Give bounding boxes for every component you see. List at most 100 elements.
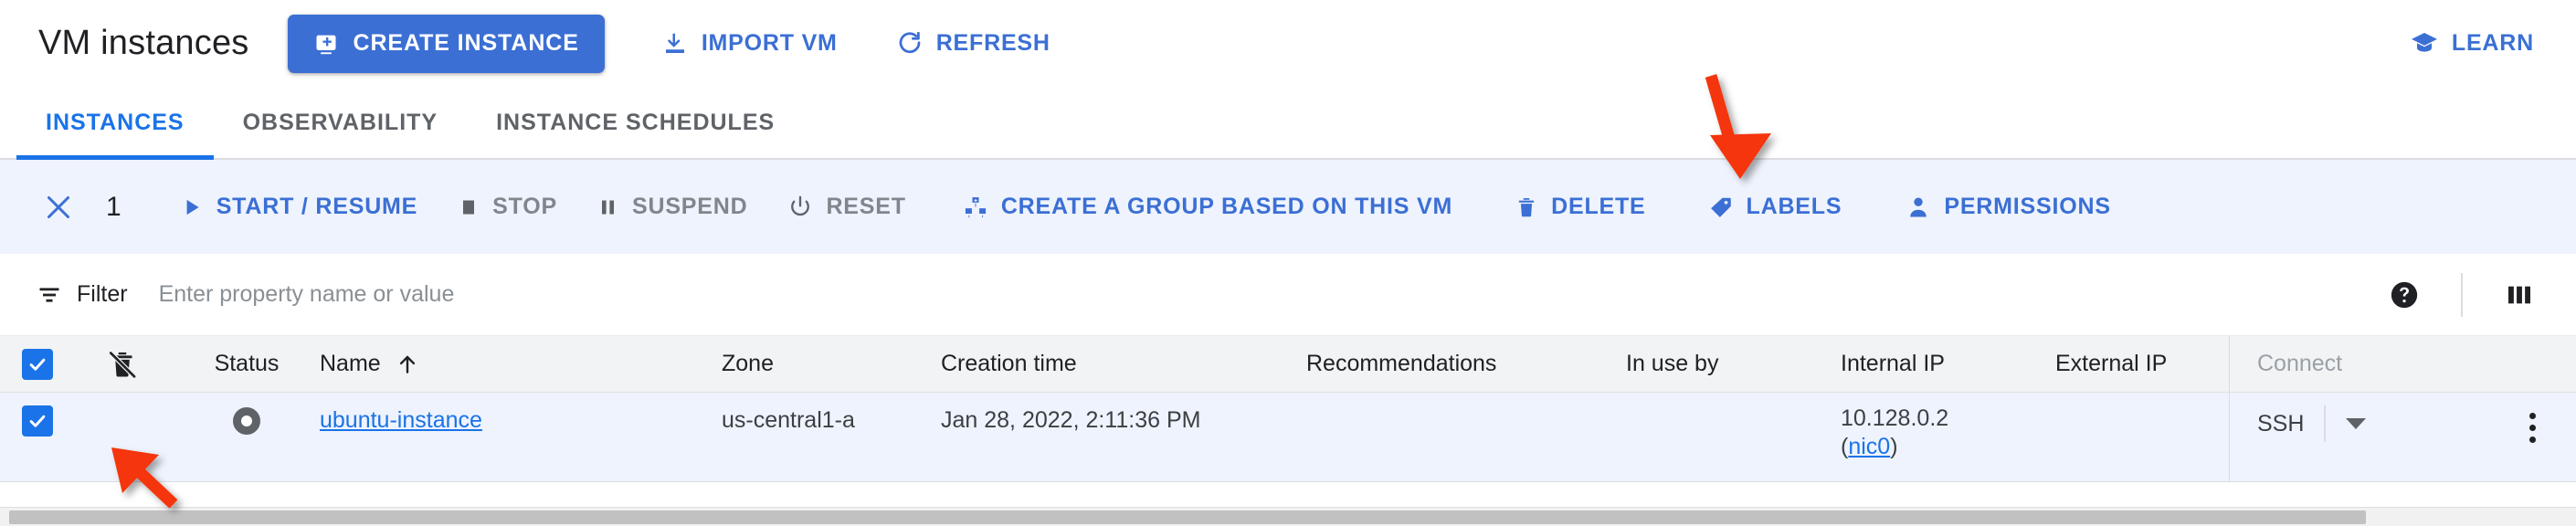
header-name[interactable]: Name <box>320 336 722 392</box>
trash-icon <box>1515 195 1538 219</box>
row-creation-time: Jan 28, 2022, 2:11:36 PM <box>941 407 1201 433</box>
vm-instances-page: VM instances CREATE INSTANCE IMPORT VM R… <box>0 0 2576 526</box>
tab-instance-schedules[interactable]: INSTANCE SCHEDULES <box>467 87 804 158</box>
header-actions <box>2457 336 2576 392</box>
header-recommendations[interactable]: Recommendations <box>1306 336 1626 392</box>
horizontal-scrollbar-thumb[interactable] <box>9 510 2366 524</box>
row-actions <box>2457 393 2576 481</box>
instance-name-link[interactable]: ubuntu-instance <box>320 407 482 434</box>
import-vm-button[interactable]: IMPORT VM <box>643 15 856 73</box>
labels-label: LABELS <box>1746 194 1842 219</box>
ssh-divider <box>2324 405 2327 442</box>
stop-square-icon <box>458 196 480 218</box>
header-external-ip[interactable]: External IP <box>2055 336 2229 392</box>
row-zone: us-central1-a <box>722 407 855 433</box>
selection-action-toolbar: 1 START / RESUME STOP SUSPEND RESET CREA… <box>0 160 2576 254</box>
help-circle-icon <box>2389 279 2420 310</box>
selected-count: 1 <box>106 191 121 222</box>
filter-bar: Filter <box>0 254 2576 336</box>
start-resume-button[interactable]: START / RESUME <box>160 179 438 236</box>
header-zone[interactable]: Zone <box>722 336 941 392</box>
ssh-button[interactable]: SSH <box>2257 411 2304 437</box>
create-group-label: CREATE A GROUP BASED ON THIS VM <box>1000 194 1453 219</box>
table-bottom-gap <box>0 482 2576 495</box>
row-checkbox[interactable] <box>22 405 53 437</box>
row-status <box>174 393 320 481</box>
select-all-checkbox[interactable] <box>22 348 53 380</box>
sort-arrow-up-icon <box>396 352 419 376</box>
internal-ip-nic: (nic0) <box>1841 432 1898 463</box>
person-icon <box>1906 195 1931 220</box>
create-instance-label: CREATE INSTANCE <box>353 30 579 56</box>
permissions-label: PERMISSIONS <box>1944 194 2111 219</box>
filter-label-group[interactable]: Filter <box>37 281 128 308</box>
create-group-button[interactable]: CREATE A GROUP BASED ON THIS VM <box>943 179 1473 236</box>
row-in-use-by <box>1626 393 1841 481</box>
nic-paren-close: ) <box>1890 433 1898 459</box>
power-reset-icon <box>787 195 813 220</box>
header-internal-ip[interactable]: Internal IP <box>1841 336 2055 392</box>
status-stopped-icon <box>233 407 260 435</box>
reset-label: RESET <box>826 194 906 219</box>
nic0-link[interactable]: nic0 <box>1848 434 1890 459</box>
tab-bar: INSTANCES OBSERVABILITY INSTANCE SCHEDUL… <box>0 87 2576 160</box>
create-instance-button[interactable]: CREATE INSTANCE <box>287 14 605 73</box>
more-vert-icon[interactable] <box>2522 405 2543 450</box>
page-header: VM instances CREATE INSTANCE IMPORT VM R… <box>0 0 2576 87</box>
select-all-cell <box>0 336 71 392</box>
header-status[interactable]: Status <box>174 336 320 392</box>
suspend-label: SUSPEND <box>631 194 748 219</box>
column-display-options-icon <box>2505 280 2534 310</box>
header-name-label: Name <box>320 351 381 376</box>
start-resume-label: START / RESUME <box>216 194 418 219</box>
header-in-use-by[interactable]: In use by <box>1626 336 1841 392</box>
row-external-ip <box>2055 393 2229 481</box>
header-connect: Connect <box>2229 336 2457 392</box>
horizontal-scrollbar[interactable] <box>0 507 2576 526</box>
learn-button[interactable]: LEARN <box>2391 15 2539 73</box>
refresh-label: REFRESH <box>935 30 1050 56</box>
filter-input[interactable] <box>158 281 981 308</box>
permissions-button[interactable]: PERMISSIONS <box>1885 179 2130 236</box>
stop-label: STOP <box>492 194 557 219</box>
delete-label: DELETE <box>1551 194 1646 219</box>
tab-instances[interactable]: INSTANCES <box>16 87 214 160</box>
learn-label: LEARN <box>2451 30 2534 56</box>
stop-button[interactable]: STOP <box>438 179 577 236</box>
delete-protection-icon <box>107 349 138 380</box>
table-header-row: Status Name Zone Creation time Recommend… <box>0 336 2576 393</box>
row-select-cell <box>0 393 71 481</box>
graduation-cap-icon <box>2410 29 2439 58</box>
refresh-button[interactable]: REFRESH <box>878 15 1069 73</box>
reset-button[interactable]: RESET <box>767 179 925 236</box>
header-creation-time[interactable]: Creation time <box>941 336 1306 392</box>
add-instance-icon <box>313 31 339 57</box>
label-tag-icon <box>1710 195 1734 219</box>
deletion-protection-header-cell <box>71 336 174 392</box>
page-title: VM instances <box>38 24 249 62</box>
filter-list-icon <box>37 282 62 308</box>
table-row[interactable]: ubuntu-instance us-central1-a Jan 28, 20… <box>0 393 2576 482</box>
play-icon <box>180 195 204 219</box>
ssh-control: SSH <box>2257 405 2367 442</box>
row-name: ubuntu-instance <box>320 393 722 481</box>
clear-selection-button[interactable] <box>35 184 82 231</box>
close-icon <box>42 191 75 224</box>
row-recommendations <box>1306 393 1626 481</box>
chevron-down-icon[interactable] <box>2346 418 2367 429</box>
instances-table: Status Name Zone Creation time Recommend… <box>0 336 2576 495</box>
import-vm-label: IMPORT VM <box>701 30 838 56</box>
row-deletion-protection <box>71 393 174 481</box>
column-display-options-button[interactable] <box>2494 269 2545 321</box>
filterbar-divider <box>2461 272 2463 317</box>
pause-icon <box>597 196 619 218</box>
row-internal-ip: 10.128.0.2 (nic0) <box>1841 393 2055 481</box>
suspend-button[interactable]: SUSPEND <box>577 179 767 236</box>
refresh-icon <box>896 30 924 58</box>
labels-button[interactable]: LABELS <box>1690 179 1863 236</box>
tab-observability[interactable]: OBSERVABILITY <box>214 87 468 158</box>
filter-label: Filter <box>77 281 128 307</box>
delete-button[interactable]: DELETE <box>1494 179 1665 236</box>
row-connect: SSH <box>2229 393 2457 481</box>
help-button[interactable] <box>2379 269 2430 321</box>
